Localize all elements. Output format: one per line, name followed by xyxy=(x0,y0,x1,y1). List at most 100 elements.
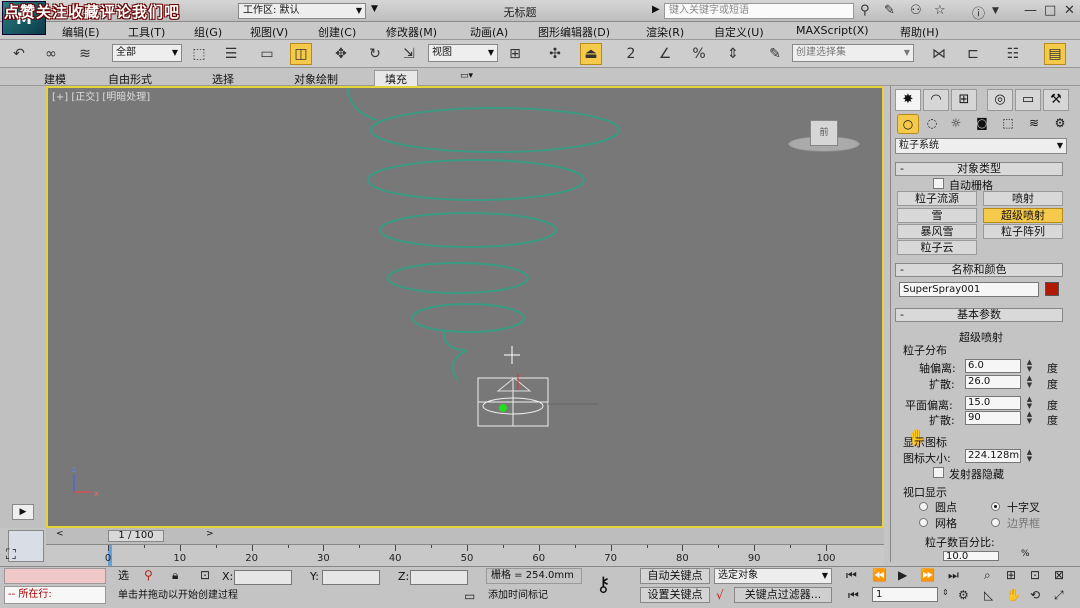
spray-button[interactable]: 喷射 xyxy=(983,191,1063,206)
geometry-icon[interactable]: ○ xyxy=(897,114,919,134)
track-bar-icon[interactable]: ⛶ xyxy=(6,547,16,563)
pcloud-button[interactable]: 粒子云 xyxy=(897,240,977,255)
set-key-button[interactable]: 设置关键点 xyxy=(640,587,710,603)
scene-explorer-icon[interactable]: ▤ xyxy=(1044,43,1066,65)
plane-offset-input[interactable]: 15.0 xyxy=(965,396,1021,410)
next-frame-icon[interactable]: ⏩ xyxy=(920,568,935,582)
viewport-label[interactable]: [+] [正交] [明暗处理] xyxy=(52,88,150,103)
rollout-name-color[interactable]: - 名称和颜色 xyxy=(895,263,1063,277)
pivot-center-icon[interactable]: ⊞ xyxy=(504,43,526,65)
menu-group[interactable]: 组(G) xyxy=(194,24,222,40)
named-selection-set-input[interactable]: 创建选择集 ▼ xyxy=(792,44,914,62)
pf-source-button[interactable]: 粒子流源 xyxy=(897,191,977,206)
modify-tab-icon[interactable]: ◠ xyxy=(923,89,949,111)
zoom-all-icon[interactable]: ⊞ xyxy=(1006,568,1016,582)
display-tab-icon[interactable]: ▭ xyxy=(1015,89,1041,111)
lights-icon[interactable]: ☼ xyxy=(945,114,967,134)
lock-icon[interactable]: 🔒︎ xyxy=(172,568,178,583)
tab-populate[interactable]: 填充 xyxy=(374,70,418,87)
z-coord-input[interactable] xyxy=(410,570,468,585)
snaps-toggle-icon[interactable]: 2 xyxy=(620,43,642,65)
tab-modeling[interactable]: 建模 xyxy=(44,71,66,87)
layer-manager-icon[interactable]: ☷ xyxy=(1002,43,1024,65)
spinner-arrows-icon[interactable]: ▲ ▼ xyxy=(1025,396,1034,410)
orbit-icon[interactable]: ⟲ xyxy=(1030,588,1040,602)
y-coord-input[interactable] xyxy=(322,570,380,585)
time-slider-track[interactable]: < > xyxy=(46,528,884,544)
keyboard-shortcut-icon[interactable]: ⏏ xyxy=(580,43,602,65)
manipulate-icon[interactable]: ✣ xyxy=(544,43,566,65)
workspace-menu-icon[interactable]: ▼ xyxy=(371,4,378,14)
rotate-icon[interactable]: ↻ xyxy=(364,43,386,65)
blizzard-button[interactable]: 暴风雪 xyxy=(897,224,977,239)
spinner-arrows-icon[interactable]: ▲ ▼ xyxy=(1025,375,1034,389)
time-slider[interactable]: 1 / 100 xyxy=(108,530,164,542)
dots-radio[interactable] xyxy=(919,502,928,511)
menu-animation[interactable]: 动画(A) xyxy=(470,24,508,40)
key-icon[interactable]: ⚷ xyxy=(596,572,611,596)
user-icon[interactable]: ⚇ xyxy=(910,3,922,18)
bbox-radio[interactable] xyxy=(991,518,1000,527)
parray-button[interactable]: 粒子阵列 xyxy=(983,224,1063,239)
isolate-icon[interactable]: ⚲ xyxy=(144,568,153,582)
menu-customize[interactable]: 自定义(U) xyxy=(714,24,764,40)
rollout-basic-params[interactable]: - 基本参数 xyxy=(895,308,1063,322)
axis-offset-input[interactable]: 6.0 xyxy=(965,359,1021,373)
star-icon[interactable]: ☆ xyxy=(934,3,946,18)
key-target-select[interactable]: 选定对象 ▼ xyxy=(714,568,832,584)
search-input[interactable]: 键入关键字或短语 xyxy=(664,3,854,19)
help-dropdown-icon[interactable]: ▼ xyxy=(992,6,999,16)
binoculars-icon[interactable]: ⚲ xyxy=(860,3,870,18)
play-icon[interactable]: ▶ xyxy=(898,568,907,582)
axis-spread-input[interactable]: 26.0 xyxy=(965,375,1021,389)
help-icon[interactable]: ⓘ xyxy=(972,3,985,22)
x-coord-input[interactable] xyxy=(234,570,292,585)
auto-grid-checkbox[interactable] xyxy=(933,178,944,189)
create-tab-icon[interactable]: ✸ xyxy=(895,89,921,111)
tab-selection[interactable]: 选择 xyxy=(212,71,234,87)
tab-object-paint[interactable]: 对象绘制 xyxy=(294,71,338,87)
snow-button[interactable]: 雪 xyxy=(897,208,977,223)
undo-icon[interactable]: ↶ xyxy=(8,43,30,65)
emitter-hidden-checkbox[interactable] xyxy=(933,467,944,478)
mesh-radio[interactable] xyxy=(919,518,928,527)
zoom-extents-all-icon[interactable]: ⊠ xyxy=(1054,568,1064,582)
plane-spread-input[interactable]: 90 xyxy=(965,411,1021,425)
ribbon-options-icon[interactable]: ▭▾ xyxy=(460,71,473,81)
spinner-arrows-icon[interactable]: ▲ ▼ xyxy=(1025,449,1034,463)
menu-maxscript[interactable]: MAXScript(X) xyxy=(796,24,869,37)
bind-spacewarp-icon[interactable]: ≋ xyxy=(74,43,96,65)
move-icon[interactable]: ✥ xyxy=(330,43,352,65)
minimize-icon[interactable]: — xyxy=(1024,3,1037,18)
expand-track-icon[interactable]: ▶ xyxy=(12,504,34,520)
field-of-view-icon[interactable]: ◺ xyxy=(984,588,993,602)
auto-key-button[interactable]: 自动关键点 xyxy=(640,568,710,584)
edit-named-selection-icon[interactable]: ✎ xyxy=(764,43,786,65)
communication-icon[interactable]: ✎ xyxy=(884,3,895,18)
key-filters-button[interactable]: 关键点过滤器... xyxy=(734,587,832,603)
time-tag-icon[interactable]: ▭ xyxy=(464,589,475,603)
key-mode-icon[interactable]: √ xyxy=(716,588,724,602)
rectangle-selection-icon[interactable]: ▭ xyxy=(256,43,278,65)
object-color-swatch[interactable] xyxy=(1045,282,1059,296)
viewport-front[interactable]: x z 前 xyxy=(46,86,884,528)
menu-tools[interactable]: 工具(T) xyxy=(128,24,165,40)
mirror-icon[interactable]: ⋈ xyxy=(928,43,950,65)
spinner-snap-icon[interactable]: ⇕ xyxy=(722,43,744,65)
spinner-arrows-icon[interactable]: ⇕ xyxy=(942,588,949,597)
category-select[interactable]: 粒子系统 ▼ xyxy=(895,138,1067,154)
hierarchy-tab-icon[interactable]: ⊞ xyxy=(951,89,977,111)
reference-coord-select[interactable]: 视图 ▼ xyxy=(428,44,498,62)
zoom-icon[interactable]: ⌕ xyxy=(984,568,991,583)
close-icon[interactable]: ✕ xyxy=(1064,3,1075,18)
rollout-object-type[interactable]: - 对象类型 xyxy=(895,162,1063,176)
spacewarps-icon[interactable]: ≋ xyxy=(1023,114,1045,134)
menu-help[interactable]: 帮助(H) xyxy=(900,24,939,40)
scale-icon[interactable]: ⇲ xyxy=(398,43,420,65)
tab-freeform[interactable]: 自由形式 xyxy=(108,71,152,87)
maxscript-listener-input[interactable]: -- 所在行: xyxy=(4,586,106,604)
motion-tab-icon[interactable]: ◎ xyxy=(987,89,1013,111)
zoom-extents-icon[interactable]: ⊡ xyxy=(1030,568,1040,582)
workspace-dropdown[interactable]: 工作区: 默认 ▼ xyxy=(238,3,366,19)
percentage-input[interactable]: 10.0 xyxy=(943,551,999,561)
